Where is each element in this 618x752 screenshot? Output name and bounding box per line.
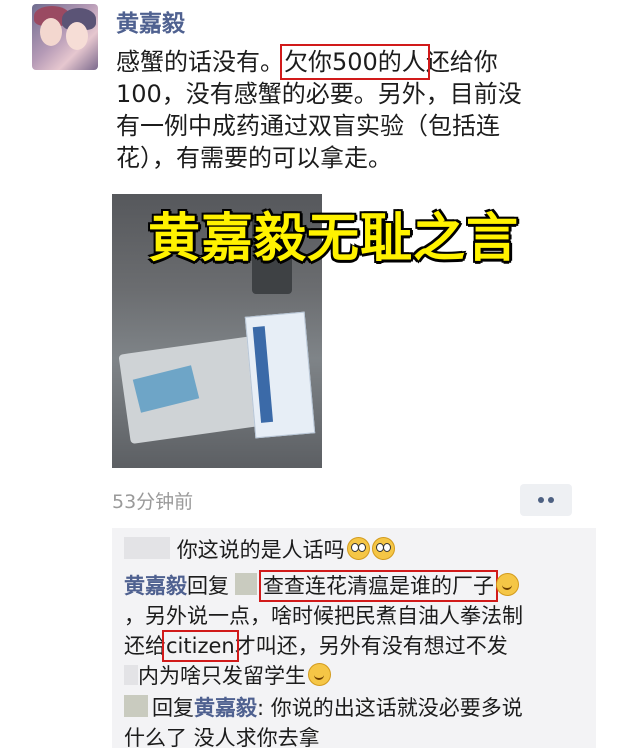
comment-text-segment: 才叫还，另外有没有想过不发	[234, 634, 508, 658]
overlay-caption: 黄嘉毅无耻之言	[148, 209, 520, 269]
more-options-button[interactable]	[520, 484, 572, 516]
post-timestamp: 53分钟前	[112, 491, 194, 513]
redacted-username	[124, 695, 148, 717]
flushed-emoji-icon	[346, 537, 370, 560]
reply-label: 回复	[152, 696, 194, 720]
comment-3-reply-target[interactable]: 黄嘉毅	[194, 696, 257, 720]
comment-1-text: 你这说的是人话吗	[176, 538, 345, 562]
avatar-face-left	[40, 18, 62, 46]
medicine-box-stripe	[252, 326, 274, 423]
post-text-line-2: 100，没有感蟹的必要。另外，目前没	[116, 80, 522, 108]
comment-2-author[interactable]: 黄嘉毅	[124, 574, 187, 598]
post-text-line-1: 感蟹的话没有。欠你500的人还给你	[116, 44, 576, 80]
post-text: 感蟹的话没有。欠你500的人还给你 100，没有感蟹的必要。另外，目前没 有一例…	[116, 44, 576, 174]
post-text-segment: 还给你	[425, 48, 498, 76]
redacted-username	[124, 537, 170, 559]
comment-2-line-2: ，另外说一点，啥时候把民煮自油人拳法制	[124, 604, 523, 628]
smile-emoji-icon	[496, 573, 519, 596]
post-author-name[interactable]: 黄嘉毅	[116, 4, 185, 38]
redacted-text	[124, 665, 138, 685]
comment-2-line-4: 内为啥只发留学生	[124, 662, 331, 690]
comment-text-segment: 还给	[124, 634, 166, 658]
photo-medicine-box	[244, 311, 316, 439]
dot-icon	[548, 497, 554, 503]
comment-1[interactable]: 你这说的是人话吗	[124, 536, 395, 564]
post-text-line-4: 花），有需要的可以拿走。	[116, 144, 392, 172]
reply-label: 回复	[187, 574, 229, 598]
comment-3-line-1[interactable]: 回复黄嘉毅: 你说的出这话就没必要多说	[124, 694, 523, 722]
highlight-box-500: 欠你500的人	[280, 44, 430, 80]
highlight-box-lianhua: 查查连花清瘟是谁的厂子	[259, 570, 498, 602]
comment-2-line-1[interactable]: 黄嘉毅回复 查查连花清瘟是谁的厂子	[124, 570, 519, 602]
author-avatar[interactable]	[32, 4, 98, 70]
redacted-username	[235, 573, 257, 595]
highlight-box-citizen: citizen	[162, 630, 239, 662]
flushed-emoji-icon	[371, 537, 395, 560]
post-text-segment: 感蟹的话没有。	[116, 48, 284, 76]
comment-2-line-3: 还给citizen才叫还，另外有没有想过不发	[124, 630, 508, 662]
comments-panel: 你这说的是人话吗 黄嘉毅回复 查查连花清瘟是谁的厂子 ，另外说一点，啥时候把民煮自…	[112, 528, 596, 750]
dot-icon	[538, 497, 544, 503]
post-text-line-3: 有一例中成药通过双盲实验（包括连	[116, 112, 500, 140]
comment-text-segment: 内为啥只发留学生	[138, 664, 306, 688]
comment-3-text: : 你说的出这话就没必要多说	[257, 696, 523, 720]
smile-emoji-icon	[308, 663, 331, 686]
avatar-face-right	[66, 22, 88, 50]
